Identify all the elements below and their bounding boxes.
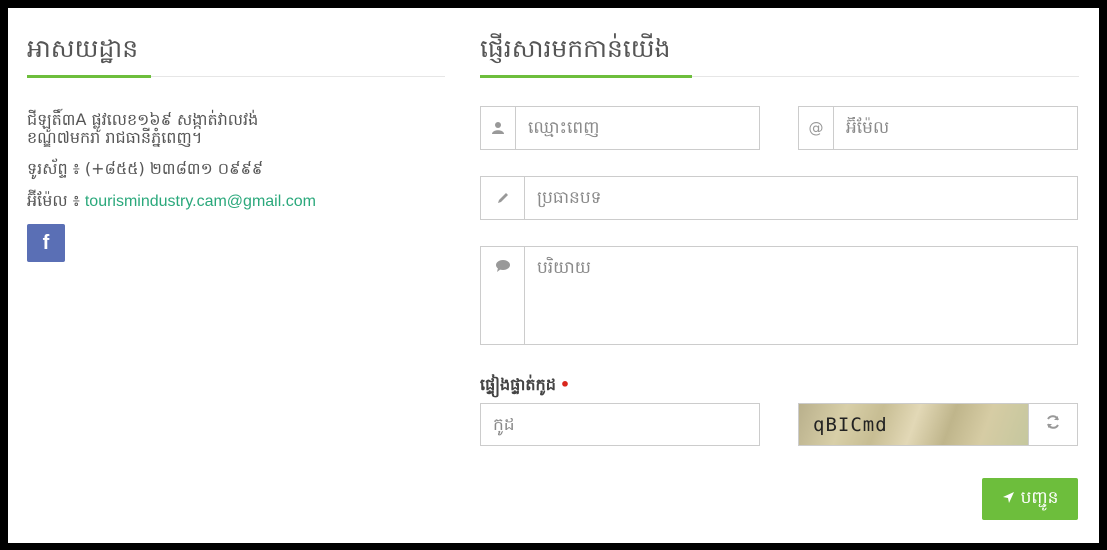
email-label: អ៊ីម៉ែល ៖ <box>27 191 80 210</box>
address-column: អាសយដ្ឋាន ជីឡូតិ៍៣A ផ្លូវលេខ១៦៩ សង្កាត់វ… <box>27 32 445 262</box>
send-icon <box>1002 489 1015 509</box>
message-field <box>480 246 1078 345</box>
email-link[interactable]: tourismindustry.cam@gmail.com <box>85 193 316 210</box>
address-title-rule <box>27 75 445 78</box>
phone-value: (+៨៥៥) ២៣៨៣១ ០៩៩៩ <box>84 159 264 178</box>
address-text: ជីឡូតិ៍៣A ផ្លូវលេខ១៦៩ សង្កាត់វាលវង់ ខណ្ឌ… <box>27 111 445 147</box>
subject-input[interactable] <box>525 177 1077 219</box>
captcha-label-text: ផ្ទៀងផ្ទាត់កូដ <box>480 375 556 394</box>
message-input[interactable] <box>525 247 1077 344</box>
comment-icon <box>481 247 525 344</box>
address-title: អាសយដ្ឋាន <box>27 34 139 63</box>
captcha-field <box>480 403 760 446</box>
name-input[interactable] <box>516 107 759 149</box>
facebook-icon: f <box>42 231 50 254</box>
phone-label: ទូរស័ព្ទ ៖ <box>27 159 80 178</box>
required-marker: • <box>559 375 571 394</box>
captcha-input[interactable] <box>481 404 759 445</box>
submit-label: បញ្ជូន <box>1020 487 1059 508</box>
contact-title-accent <box>480 75 692 78</box>
submit-button[interactable]: បញ្ជូន <box>982 478 1078 520</box>
address-title-accent <box>27 75 151 78</box>
email-input[interactable] <box>834 107 1077 149</box>
email-row: អ៊ីម៉ែល ៖ tourismindustry.cam@gmail.com <box>27 191 445 212</box>
at-icon: @ <box>799 107 834 149</box>
contact-title: ផ្ញើរសារមកកាន់យើង <box>480 34 671 63</box>
captcha-text: qBICmd <box>813 413 888 436</box>
name-field <box>480 106 760 150</box>
pencil-icon <box>481 177 525 219</box>
captcha-refresh-button[interactable] <box>1028 403 1078 446</box>
address-line-1: ជីឡូតិ៍៣A ផ្លូវលេខ១៦៩ សង្កាត់វាលវង់ <box>27 110 259 129</box>
phone-row: ទូរស័ព្ទ ៖ (+៨៥៥) ២៣៨៣១ ០៩៩៩ <box>27 159 445 179</box>
contact-title-rule <box>480 75 1079 78</box>
user-icon <box>481 107 516 149</box>
email-field: @ <box>798 106 1078 150</box>
facebook-button[interactable]: f <box>27 224 65 262</box>
subject-field <box>480 176 1078 220</box>
captcha-label: ផ្ទៀងផ្ទាត់កូដ • <box>480 374 570 398</box>
contact-column: ផ្ញើរសារមកកាន់យើង <box>480 32 1079 78</box>
contact-page: អាសយដ្ឋាន ជីឡូតិ៍៣A ផ្លូវលេខ១៦៩ សង្កាត់វ… <box>8 8 1099 543</box>
refresh-icon <box>1045 414 1061 435</box>
address-line-2: ខណ្ឌ៧មករា រាជធានីភ្នំពេញ។ <box>27 128 203 147</box>
captcha-image: qBICmd <box>798 403 1028 446</box>
